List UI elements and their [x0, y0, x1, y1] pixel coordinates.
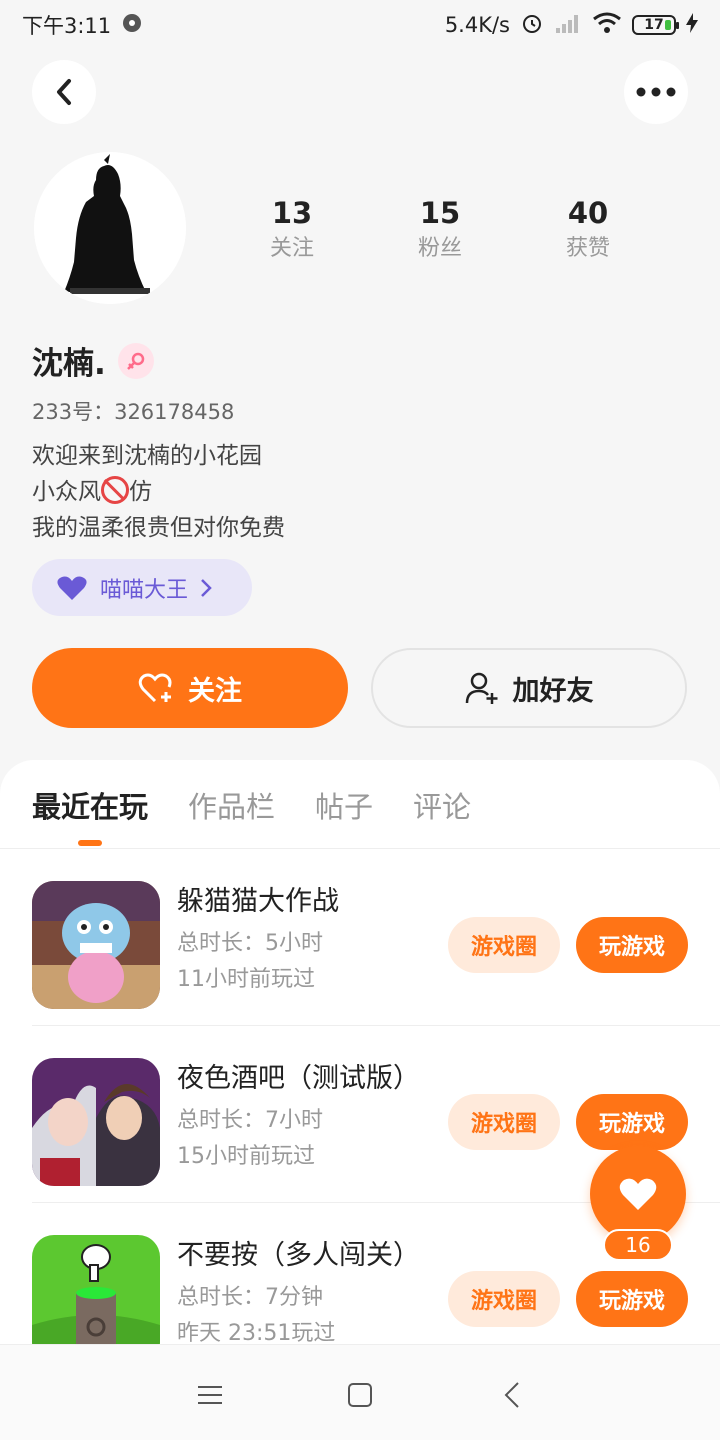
prohibited-icon [101, 476, 129, 504]
home-button[interactable] [340, 1375, 380, 1415]
status-time: 下午3:11 [22, 14, 112, 38]
menu-icon [198, 1386, 222, 1404]
stat-value: 40 [567, 196, 609, 230]
user-plus-icon [465, 672, 497, 704]
play-game-button[interactable]: 玩游戏 [576, 1094, 688, 1150]
chevron-left-icon [57, 79, 71, 105]
alarm-icon [520, 11, 544, 40]
square-icon [348, 1383, 372, 1407]
follow-label: 关注 [188, 675, 242, 707]
stat-label: 获赞 [565, 236, 610, 261]
game-title: 夜色酒吧（测试版） [177, 1063, 420, 1094]
game-item[interactable]: 躲猫猫大作战 总时长：5小时 11小时前玩过 游戏圈 玩游戏 [32, 849, 720, 1026]
stat-value: 13 [271, 196, 313, 230]
network-speed: 5.4K/s [444, 13, 510, 37]
stat-following[interactable]: 13 关注 [218, 195, 366, 265]
fan-club-label: 喵喵大王 [100, 577, 189, 603]
bio-line: 我的温柔很贵但对你免费 [32, 515, 285, 541]
signal-icon [554, 12, 582, 39]
stat-likes[interactable]: 40 获赞 [514, 195, 662, 265]
disc-icon [121, 12, 143, 39]
stat-value: 15 [419, 196, 461, 230]
game-icon[interactable] [32, 881, 160, 1009]
add-friend-label: 加好友 [512, 675, 594, 707]
game-title: 不要按（多人闯关） [177, 1240, 420, 1271]
female-icon [117, 342, 154, 379]
bio: 欢迎来到沈楠的小花园 小众风仿 我的温柔很贵但对你免费 [32, 438, 285, 546]
menu-button[interactable] [190, 1375, 230, 1415]
more-button[interactable] [624, 60, 688, 124]
more-icon [636, 87, 676, 97]
play-game-button[interactable]: 玩游戏 [576, 917, 688, 973]
game-circle-button[interactable]: 游戏圈 [448, 1094, 560, 1150]
battery-icon: 17 [632, 15, 679, 35]
battery-level: 17 [644, 17, 664, 33]
user-id: 233号：326178458 [32, 400, 235, 424]
profile-stats: 13 关注 15 粉丝 40 获赞 [218, 195, 662, 265]
game-circle-button[interactable]: 游戏圈 [448, 1271, 560, 1327]
status-bar: 下午3:11 5.4K/s 17 [0, 0, 720, 50]
game-last-played: 昨天 23:51玩过 [177, 1321, 336, 1344]
like-count: 16 [603, 1229, 673, 1261]
wifi-icon [592, 12, 622, 39]
heart-icon [57, 576, 87, 600]
game-icon[interactable] [32, 1235, 160, 1344]
add-friend-button[interactable]: 加好友 [371, 648, 687, 728]
tab-posts[interactable]: 帖子 [315, 784, 373, 844]
play-game-button[interactable]: 玩游戏 [576, 1271, 688, 1327]
follow-button[interactable]: 关注 [32, 648, 348, 728]
game-last-played: 15小时前玩过 [177, 1144, 315, 1169]
game-title: 躲猫猫大作战 [177, 886, 339, 917]
heart-plus-icon [138, 673, 172, 703]
system-nav-bar [0, 1344, 720, 1440]
game-last-played: 11小时前玩过 [177, 967, 315, 992]
tab-works[interactable]: 作品栏 [188, 784, 275, 844]
game-duration: 总时长：7分钟 [177, 1285, 323, 1310]
stat-label: 关注 [269, 236, 314, 261]
chevron-right-icon [201, 578, 212, 597]
game-duration: 总时长：5小时 [177, 931, 323, 956]
avatar[interactable] [34, 152, 186, 304]
like-button[interactable] [590, 1146, 686, 1242]
name-row: 沈楠. [32, 338, 154, 383]
back-button[interactable] [32, 60, 96, 124]
back-nav-button[interactable] [492, 1375, 532, 1415]
game-circle-button[interactable]: 游戏圈 [448, 917, 560, 973]
game-duration: 总时长：7小时 [177, 1108, 323, 1133]
tab-recent[interactable]: 最近在玩 [32, 784, 148, 846]
bio-line: 小众风仿 [32, 474, 285, 510]
fan-club-tag[interactable]: 喵喵大王 [32, 559, 252, 616]
profile-name: 沈楠. [32, 346, 106, 382]
tab-bar: 最近在玩 作品栏 帖子 评论 [32, 784, 471, 846]
stat-followers[interactable]: 15 粉丝 [366, 195, 514, 265]
stat-label: 粉丝 [417, 236, 462, 261]
game-icon[interactable] [32, 1058, 160, 1186]
bio-line: 欢迎来到沈楠的小花园 [32, 443, 262, 469]
charging-icon [686, 12, 698, 38]
chevron-left-icon [504, 1382, 519, 1408]
tab-comments[interactable]: 评论 [413, 784, 471, 844]
heart-icon [619, 1178, 657, 1210]
